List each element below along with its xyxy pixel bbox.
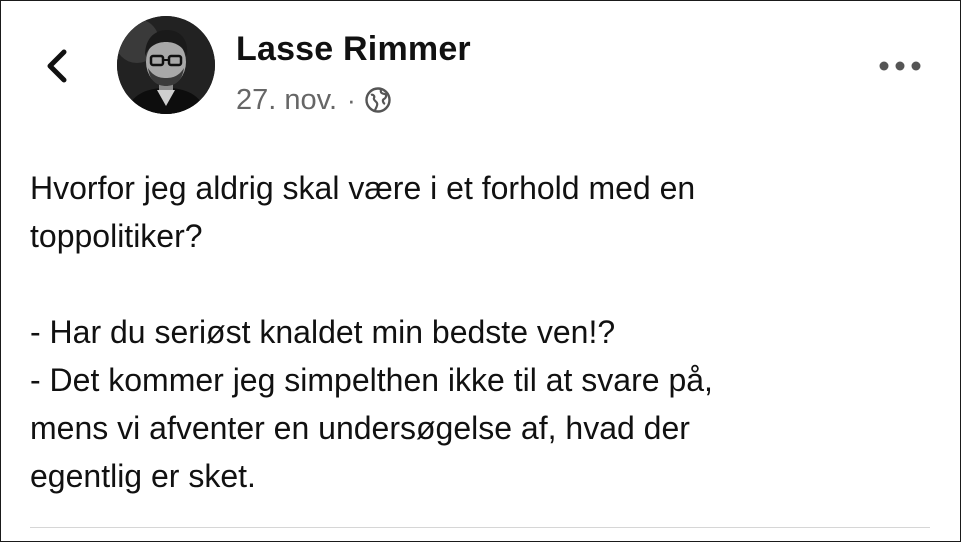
author-name[interactable]: Lasse Rimmer: [236, 30, 471, 69]
post-line: Hvorfor jeg aldrig skal være i et forhol…: [30, 170, 696, 206]
post-line: toppolitiker?: [30, 218, 203, 254]
post-body: Hvorfor jeg aldrig skal være i et forhol…: [30, 164, 930, 500]
more-dots-icon: [879, 61, 921, 71]
back-button[interactable]: [38, 46, 74, 86]
profile-photo: [117, 16, 215, 114]
post-meta: 27. nov. ·: [236, 82, 392, 118]
post-line: mens vi afventer en undersøgelse af, hva…: [30, 410, 690, 446]
globe-icon: [364, 86, 392, 114]
post-line: - Det kommer jeg simpelthen ikke til at …: [30, 362, 713, 398]
more-options-button[interactable]: [876, 54, 924, 78]
meta-separator: ·: [347, 84, 356, 115]
post-blank-line: [30, 260, 930, 308]
avatar[interactable]: [117, 16, 215, 114]
post-line: egentlig er sket.: [30, 458, 256, 494]
post-line: - Har du seriøst knaldet min bedste ven!…: [30, 314, 616, 350]
chevron-left-icon: [47, 49, 67, 83]
post-date[interactable]: 27. nov.: [236, 84, 337, 117]
post-divider: [30, 527, 930, 528]
